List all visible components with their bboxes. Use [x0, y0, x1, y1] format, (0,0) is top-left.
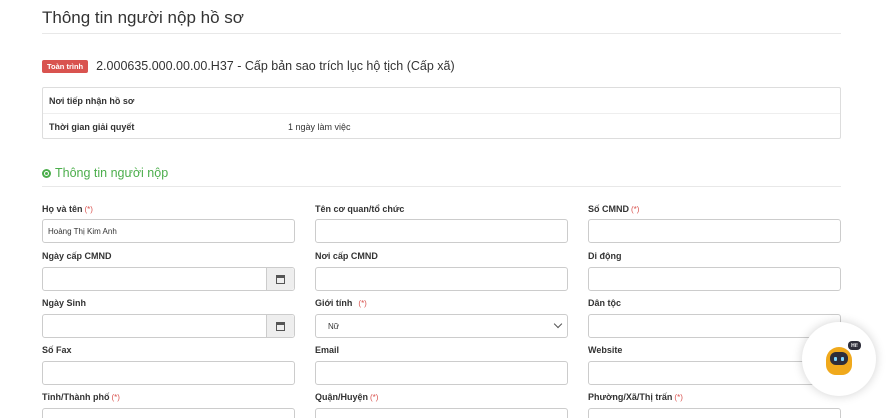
id-issue-date-input[interactable] [42, 267, 295, 291]
district-select[interactable] [315, 408, 568, 418]
birth-date-picker-button[interactable] [266, 315, 294, 337]
org-name-label: Tên cơ quan/tổ chức [315, 204, 405, 214]
id-number-label: Số CMND (*) [588, 204, 639, 214]
gender-label: Giới tính (*) [315, 298, 367, 308]
ethnicity-label: Dân tộc [588, 298, 622, 308]
procedure-info-table: Nơi tiếp nhận hồ sơ Thời gian giải quyết… [42, 87, 841, 139]
website-label: Website [588, 345, 623, 355]
id-issue-place-label: Nơi cấp CMND [315, 251, 378, 261]
info-row-duration: Thời gian giải quyết 1 ngày làm việc [43, 114, 840, 140]
province-label-text: Tỉnh/Thành phố [42, 392, 110, 402]
birth-date-input[interactable] [42, 314, 295, 338]
mobile-input[interactable] [588, 267, 841, 291]
calendar-icon [276, 274, 285, 284]
province-select[interactable] [42, 408, 295, 418]
org-name-input[interactable] [315, 219, 568, 243]
receiver-label: Nơi tiếp nhận hồ sơ [49, 95, 135, 106]
id-number-input[interactable] [588, 219, 841, 243]
calendar-icon [276, 321, 285, 331]
info-row-receiver: Nơi tiếp nhận hồ sơ [43, 88, 840, 114]
gender-select[interactable]: Nữ [315, 314, 568, 338]
chatbot-button[interactable]: Hi! [802, 322, 876, 396]
ward-label: Phường/Xã/Thị trấn (*) [588, 392, 683, 402]
mobile-label: Di động [588, 251, 622, 261]
id-issue-date-label: Ngày cấp CMND [42, 251, 112, 261]
full-name-label: Họ và tên (*) [42, 204, 93, 214]
procedure-header: Toàn trình 2.000635.000.00.00.H37 - Cấp … [42, 59, 455, 73]
required-mark: (*) [84, 205, 93, 214]
procedure-type-badge: Toàn trình [42, 59, 89, 73]
duration-label: Thời gian giải quyết [49, 122, 135, 132]
required-mark: (*) [631, 205, 640, 214]
district-label-text: Quận/Huyện [315, 392, 369, 402]
ward-label-text: Phường/Xã/Thị trấn [588, 392, 673, 402]
id-number-label-text: Số CMND [588, 204, 629, 214]
duration-value: 1 ngày làm việc [288, 122, 351, 132]
section-applicant-info: Thông tin người nộp [42, 166, 168, 180]
chevron-down-icon [553, 319, 563, 329]
birth-date-label: Ngày Sinh [42, 298, 87, 308]
chatbot-icon: Hi! [820, 340, 861, 378]
fax-input[interactable] [42, 361, 295, 385]
procedure-title: 2.000635.000.00.00.H37 - Cấp bản sao trí… [96, 59, 455, 73]
ethnicity-input[interactable] [588, 314, 841, 338]
required-mark: (*) [370, 393, 379, 402]
section-divider [42, 186, 841, 187]
required-mark: (*) [111, 393, 120, 402]
section-title: Thông tin người nộp [55, 166, 169, 180]
gender-label-text: Giới tính [315, 298, 353, 308]
required-mark: (*) [358, 299, 367, 308]
full-name-input[interactable]: Hoàng Thị Kim Anh [42, 219, 295, 243]
chatbot-icon-eye [834, 357, 837, 361]
title-divider [42, 33, 841, 34]
full-name-label-text: Họ và tên [42, 204, 83, 214]
chatbot-icon-eye [841, 357, 844, 361]
ward-select[interactable] [588, 408, 841, 418]
globe-icon [42, 168, 51, 178]
gender-selected-value: Nữ [328, 321, 340, 331]
page-title: Thông tin người nộp hồ sơ [42, 8, 244, 27]
province-label: Tỉnh/Thành phố (*) [42, 392, 120, 402]
id-issue-date-picker-button[interactable] [266, 268, 294, 290]
id-issue-place-input[interactable] [315, 267, 568, 291]
fax-label: Số Fax [42, 345, 72, 355]
chatbot-greeting-badge: Hi! [848, 341, 861, 350]
email-input[interactable] [315, 361, 568, 385]
email-label: Email [315, 345, 340, 355]
district-label: Quận/Huyện (*) [315, 392, 378, 402]
required-mark: (*) [674, 393, 683, 402]
chatbot-icon-face [830, 352, 848, 365]
